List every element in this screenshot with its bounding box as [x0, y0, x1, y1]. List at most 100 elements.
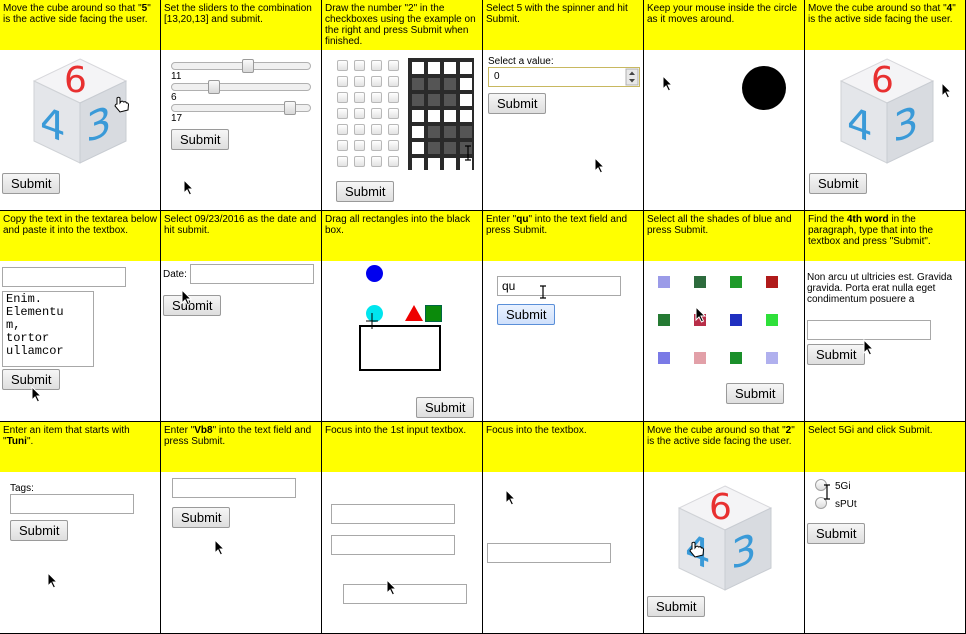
submit-button[interactable]: Submit: [336, 181, 395, 202]
slider-2[interactable]: [171, 80, 311, 94]
drawing-checkbox[interactable]: [371, 60, 382, 71]
example-pixel: [460, 110, 472, 122]
drawing-checkbox[interactable]: [337, 76, 348, 87]
task-spinner: Select 5 with the spinner and hit Submit…: [483, 0, 644, 211]
textbox[interactable]: [487, 543, 611, 563]
color-swatch[interactable]: [766, 276, 778, 288]
blue-circle[interactable]: [366, 265, 383, 282]
color-swatch[interactable]: [766, 314, 778, 326]
example-pixel: [428, 94, 440, 106]
submit-button[interactable]: Submit: [488, 93, 547, 114]
drawing-checkbox[interactable]: [354, 60, 365, 71]
green-square[interactable]: [425, 305, 442, 322]
slider-3[interactable]: [171, 101, 311, 115]
mouse-pointer-icon: [941, 81, 953, 99]
submit-button[interactable]: Submit: [809, 173, 868, 194]
slider-1[interactable]: [171, 59, 311, 73]
instruction: Set the sliders to the combination [13,2…: [161, 0, 321, 50]
red-triangle[interactable]: [405, 305, 423, 321]
text-cursor-icon: [824, 484, 830, 500]
drawing-checkbox[interactable]: [337, 124, 348, 135]
drawing-checkbox[interactable]: [371, 92, 382, 103]
drawing-checkbox[interactable]: [371, 140, 382, 151]
color-swatch[interactable]: [658, 276, 670, 288]
drawing-checkbox[interactable]: [337, 92, 348, 103]
submit-button[interactable]: Submit: [171, 129, 230, 150]
drawing-checkbox[interactable]: [354, 156, 365, 167]
spinner-arrows-icon[interactable]: [625, 68, 639, 86]
drawing-checkbox[interactable]: [371, 156, 382, 167]
slider-thumb[interactable]: [284, 101, 296, 115]
drawing-checkbox[interactable]: [337, 140, 348, 151]
instruction: Move the cube around so that "4" is the …: [805, 0, 965, 50]
drawing-checkbox[interactable]: [354, 92, 365, 103]
task-enter-vb8: Enter "Vb8" into the text field and pres…: [161, 422, 322, 634]
drawing-checkbox[interactable]: [388, 108, 399, 119]
drawing-checkbox[interactable]: [388, 60, 399, 71]
submit-button[interactable]: Submit: [647, 596, 706, 617]
submit-button[interactable]: Submit: [416, 397, 475, 418]
drawing-checkbox[interactable]: [388, 124, 399, 135]
instruction: Focus into the textbox.: [483, 422, 643, 472]
drawing-checkbox[interactable]: [337, 60, 348, 71]
answer-textbox[interactable]: [807, 320, 931, 340]
mouse-pointer-icon: [31, 385, 43, 403]
task-cube-4: Move the cube around so that "4" is the …: [805, 0, 966, 211]
submit-button[interactable]: Submit: [807, 523, 866, 544]
submit-button[interactable]: Submit: [807, 344, 866, 365]
input-textbox-1[interactable]: [331, 504, 455, 524]
cube-face-top: 6: [64, 60, 87, 101]
example-pixel: [460, 78, 472, 90]
color-swatch[interactable]: [658, 314, 670, 326]
drawing-checkbox[interactable]: [354, 108, 365, 119]
color-swatch[interactable]: [730, 314, 742, 326]
example-pixel: [428, 126, 440, 138]
example-pixel: [428, 62, 440, 74]
slider-thumb[interactable]: [242, 59, 254, 73]
submit-button[interactable]: Submit: [172, 507, 231, 528]
slider-thumb[interactable]: [208, 80, 220, 94]
example-pixel: [412, 94, 424, 106]
input-textbox-2[interactable]: [331, 535, 455, 555]
moving-circle[interactable]: [742, 66, 786, 110]
drawing-checkbox[interactable]: [388, 92, 399, 103]
drawing-checkbox[interactable]: [371, 124, 382, 135]
instruction: Draw the number "2" in the checkboxes us…: [322, 0, 482, 50]
drawing-checkbox[interactable]: [337, 156, 348, 167]
example-pixel: [412, 62, 424, 74]
submit-button[interactable]: Submit: [2, 173, 61, 194]
text-field[interactable]: [172, 478, 296, 498]
example-pixel: [428, 78, 440, 90]
color-swatch[interactable]: [658, 352, 670, 364]
color-swatch[interactable]: [694, 276, 706, 288]
task-grid: Move the cube around so that "5" is the …: [0, 0, 966, 634]
submit-button[interactable]: Submit: [10, 520, 69, 541]
slider-1-value: 11: [171, 71, 182, 82]
color-swatch[interactable]: [730, 352, 742, 364]
drawing-checkbox[interactable]: [388, 76, 399, 87]
drawing-checkbox[interactable]: [354, 140, 365, 151]
color-swatch[interactable]: [766, 352, 778, 364]
tags-input[interactable]: [10, 494, 134, 514]
drawing-checkbox[interactable]: [354, 76, 365, 87]
drawing-checkbox[interactable]: [371, 108, 382, 119]
submit-button[interactable]: Submit: [726, 383, 785, 404]
radio-label-2: sPUt: [835, 499, 857, 510]
color-swatch[interactable]: [730, 276, 742, 288]
drawing-checkbox[interactable]: [388, 156, 399, 167]
paste-textbox[interactable]: [2, 267, 126, 287]
drawing-checkbox[interactable]: [354, 124, 365, 135]
date-input[interactable]: [190, 264, 314, 284]
source-textarea[interactable]: Enim. Elementu m, tortor ullamcor: [2, 291, 94, 367]
input-textbox-3[interactable]: [343, 584, 467, 604]
instruction: Move the cube around so that "2" is the …: [644, 422, 804, 472]
drawing-checkbox[interactable]: [371, 76, 382, 87]
task-focus-first-input: Focus into the 1st input textbox.: [322, 422, 483, 634]
mouse-pointer-icon: [662, 74, 674, 92]
drawing-checkbox[interactable]: [337, 108, 348, 119]
color-swatch[interactable]: [694, 352, 706, 364]
text-field[interactable]: qu: [497, 276, 621, 296]
submit-button[interactable]: Submit: [497, 304, 556, 325]
drawing-checkbox[interactable]: [388, 140, 399, 151]
spinner-input[interactable]: 0: [488, 67, 640, 87]
